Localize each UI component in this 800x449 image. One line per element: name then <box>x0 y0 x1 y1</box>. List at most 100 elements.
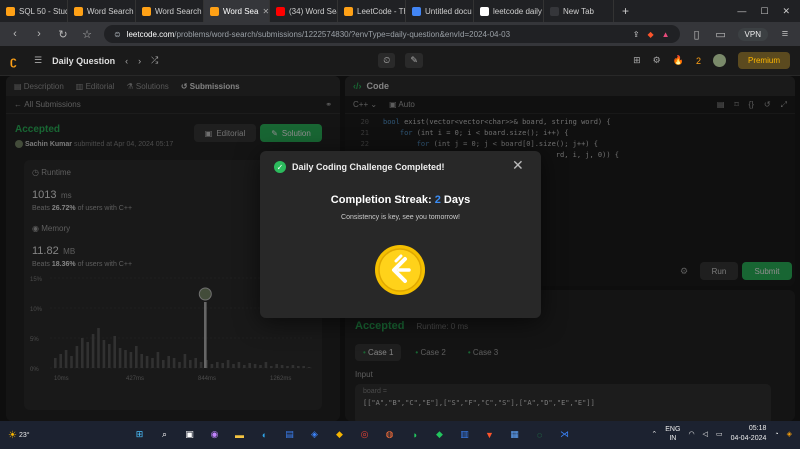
timer-icon[interactable]: ⏲ <box>378 53 396 68</box>
streak-fire-icon[interactable]: 🔥 <box>673 55 684 66</box>
wallet-icon[interactable]: ▭ <box>714 28 728 41</box>
browser-tab-label: SQL 50 - Stud <box>19 6 68 16</box>
window-controls: — ☐ ✕ <box>737 6 800 17</box>
maps-icon[interactable]: ◆ <box>430 425 449 444</box>
start-icon[interactable]: ⊞ <box>130 425 149 444</box>
settings-icon[interactable]: ⚙ <box>653 55 661 66</box>
leetcode-header: ʗ ☰ Daily Question ‹ › ⤮ ⏲ ✎ ⊞ ⚙ 🔥 2 Pre… <box>0 46 800 76</box>
close-icon[interactable]: ✕ <box>512 157 524 174</box>
streak-count: 2 <box>695 55 701 66</box>
browser-tab-label: Word Sea <box>223 6 259 16</box>
leetcode-coin-icon <box>375 245 425 295</box>
leetcode-logo-icon[interactable]: ʗ <box>10 54 24 68</box>
back-icon[interactable]: ‹ <box>8 28 22 40</box>
close-window-icon[interactable]: ✕ <box>782 6 790 17</box>
tab-favicon-icon <box>344 6 353 16</box>
tab-favicon-icon <box>210 6 219 16</box>
menu-icon[interactable]: ≡ <box>778 28 792 40</box>
widgets-icon[interactable]: ◉ <box>205 425 224 444</box>
completion-streak: Completion Streak: 2 Days <box>260 194 541 206</box>
news-icon[interactable]: ▦ <box>505 425 524 444</box>
new-tab-button[interactable]: + <box>614 4 637 18</box>
streak-number: 2 <box>434 194 441 206</box>
problem-list-icon[interactable]: ☰ <box>34 55 42 66</box>
tab-favicon-icon <box>74 6 83 16</box>
browser-tab[interactable]: SQL 50 - Stud <box>0 0 68 22</box>
maximize-icon[interactable]: ☐ <box>760 6 768 17</box>
bookmark-icon[interactable]: ☆ <box>80 28 94 41</box>
browser-tab[interactable]: Word Sea ✕ <box>204 0 270 22</box>
url-host: leetcode.com <box>126 29 175 39</box>
browser-tab[interactable]: leetcode daily <box>474 0 544 22</box>
share-icon[interactable]: ⇪ <box>633 30 640 39</box>
nav-title[interactable]: Daily Question <box>52 56 115 66</box>
check-circle-icon: ✓ <box>274 161 286 173</box>
avatar[interactable] <box>712 54 726 67</box>
chevron-up-icon[interactable]: ⌃ <box>651 430 657 438</box>
layout-icon[interactable]: ⊞ <box>633 55 641 66</box>
browser-tab[interactable]: (34) Word Sea <box>270 0 338 22</box>
language-indicator[interactable]: ENG IN <box>665 425 680 443</box>
streak-prefix: Completion Streak: <box>330 194 432 206</box>
modal-subtitle: Consistency is key, see you tomorrow! <box>341 214 460 221</box>
chat-icon[interactable]: ▤ <box>280 425 299 444</box>
copilot-icon[interactable]: ◈ <box>787 430 792 438</box>
browser-tab[interactable]: Word Search <box>136 0 204 22</box>
streak-suffix: Days <box>443 194 471 206</box>
prev-question-icon[interactable]: ‹ <box>125 56 128 66</box>
browser-tab[interactable]: Word Search <box>68 0 136 22</box>
volume-icon[interactable]: ◁ <box>703 430 708 438</box>
store-icon[interactable]: ◈ <box>305 425 324 444</box>
reload-icon[interactable]: ↻ <box>56 28 70 41</box>
notes-app-icon[interactable]: ▥ <box>455 425 474 444</box>
wifi-icon[interactable]: ◠ <box>688 430 694 438</box>
tab-favicon-icon <box>412 6 421 16</box>
clock-time: 05:18 <box>748 425 767 432</box>
browser-tab-label: Untitled docu <box>425 6 472 16</box>
forward-icon[interactable]: › <box>32 28 46 40</box>
sidebar-toggle-icon[interactable]: ▯ <box>690 28 704 41</box>
notes-icon[interactable]: ✎ <box>405 53 423 68</box>
brave-rewards-icon[interactable]: ▲ <box>662 30 670 39</box>
file-explorer-icon[interactable]: ▬ <box>230 425 249 444</box>
tab-favicon-icon <box>480 6 489 16</box>
premium-button[interactable]: Premium <box>737 52 790 69</box>
lang-bottom: IN <box>669 435 677 442</box>
battery-icon[interactable]: ▭ <box>716 430 723 438</box>
vscode-alt-icon[interactable]: ◆ <box>330 425 349 444</box>
edge-icon[interactable]: ◐ <box>255 425 274 444</box>
browser-tab-label: Word Search <box>155 6 202 16</box>
task-view-icon[interactable]: ▣ <box>180 425 199 444</box>
browser-tab-label: New Tab <box>563 6 594 16</box>
close-tab-icon[interactable]: ✕ <box>262 7 269 16</box>
address-bar: ‹ › ↻ ☆ ⊜ leetcode.com/problems/word-sea… <box>0 22 800 46</box>
modal-title: Daily Coding Challenge Completed! <box>292 162 445 172</box>
browser-tab-label: (34) Word Sea <box>289 6 338 16</box>
chrome-icon[interactable]: ◎ <box>355 425 374 444</box>
system-tray: ⌃ ENG IN ◠ ◁ ▭ 05:18 04-04-2024 ◔ ◈ <box>651 424 792 444</box>
browser-tab-label: Word Search <box>87 6 134 16</box>
browser-tab[interactable]: LeetCode - Th <box>338 0 406 22</box>
browser-tab[interactable]: Untitled docu <box>406 0 474 22</box>
edge-green-icon[interactable]: ◑ <box>405 425 424 444</box>
taskbar-apps: ⊞ ⌕ ▣ ◉ ▬ ◐ ▤ ◈ ◆ ◎ ◍ ◑ ◆ ▥ ▼ ▦ ◌ ⋊ <box>130 425 574 444</box>
whatsapp-icon[interactable]: ◌ <box>530 425 549 444</box>
shuffle-icon[interactable]: ⤮ <box>151 55 158 66</box>
url-input[interactable]: ⊜ leetcode.com/problems/word-search/subm… <box>104 25 680 43</box>
notifications-icon[interactable]: ◔ <box>774 431 778 438</box>
firefox-icon[interactable]: ◍ <box>380 425 399 444</box>
minimize-icon[interactable]: — <box>737 6 746 17</box>
browser-tab[interactable]: New Tab <box>544 0 614 22</box>
vpn-button[interactable]: VPN <box>737 27 768 41</box>
vscode-icon[interactable]: ⋊ <box>555 425 574 444</box>
weather-temp[interactable]: 23° <box>19 432 30 439</box>
tab-favicon-icon <box>6 6 15 16</box>
site-info-icon[interactable]: ⊜ <box>114 30 121 39</box>
brave-icon[interactable]: ▼ <box>480 425 499 444</box>
clock[interactable]: 05:18 04-04-2024 <box>731 424 767 444</box>
weather-icon[interactable]: ☀ <box>8 430 17 441</box>
brave-shield-icon[interactable]: ◆ <box>647 30 653 39</box>
search-icon[interactable]: ⌕ <box>155 425 174 444</box>
windows-taskbar: ☀ 23° ⊞ ⌕ ▣ ◉ ▬ ◐ ▤ ◈ ◆ ◎ ◍ ◑ ◆ ▥ ▼ ▦ ◌ … <box>0 421 800 449</box>
next-question-icon[interactable]: › <box>138 56 141 66</box>
